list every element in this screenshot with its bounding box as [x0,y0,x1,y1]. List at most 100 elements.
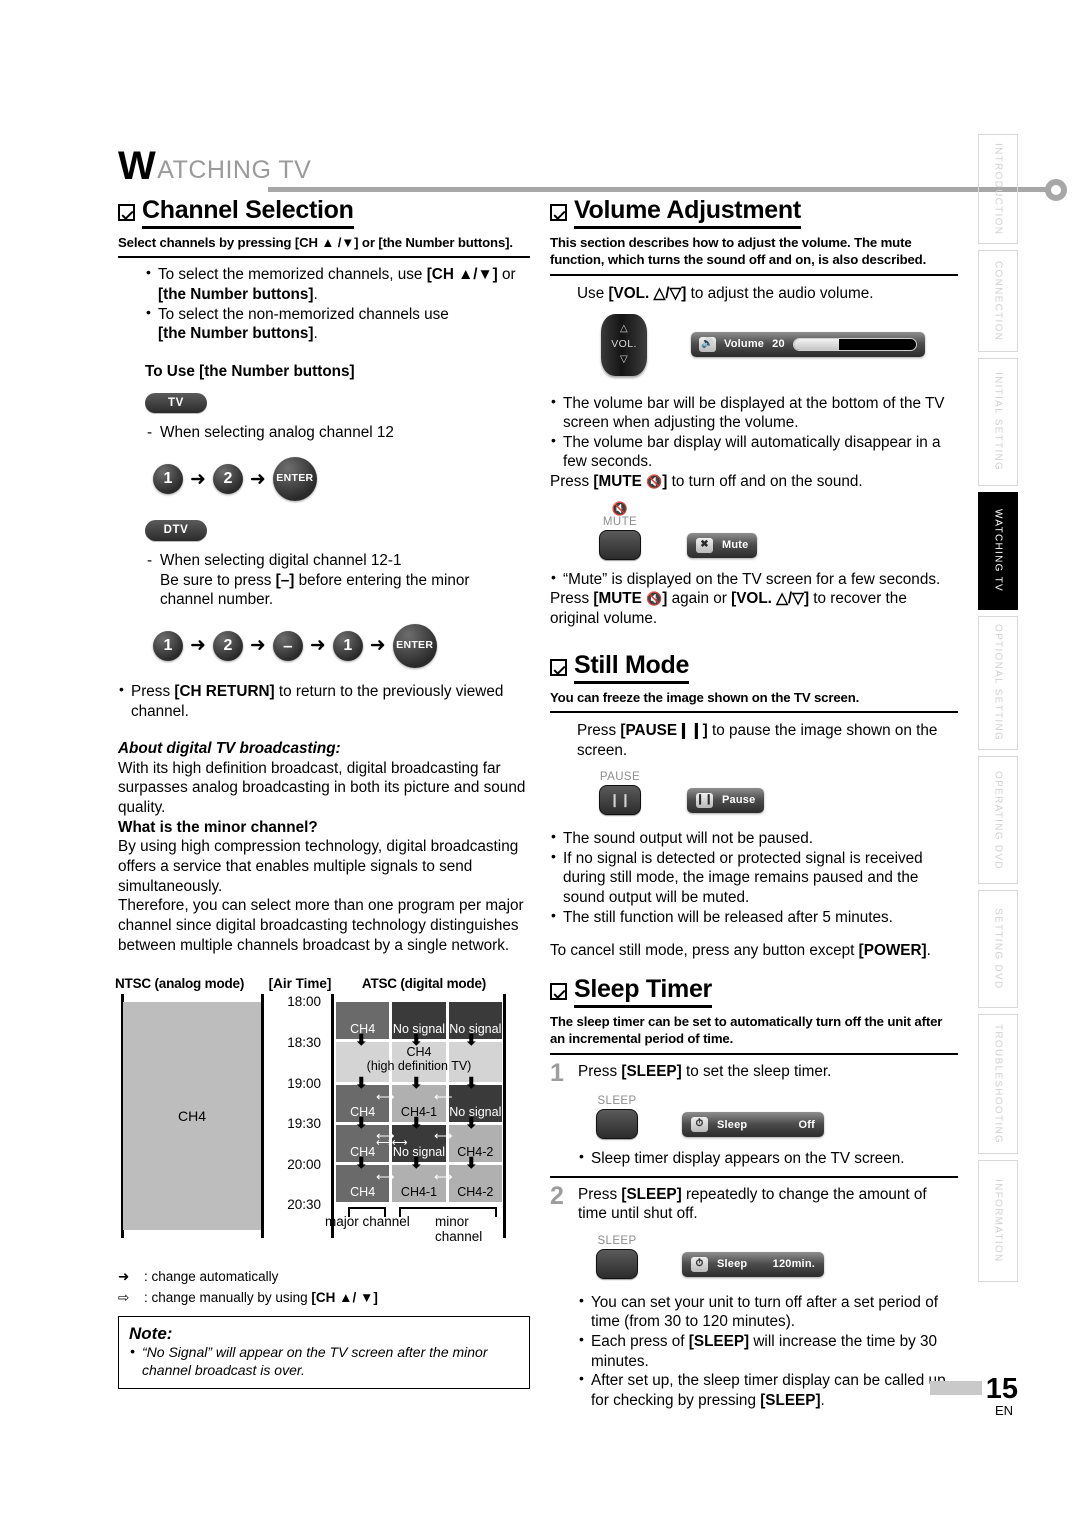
tab-connection[interactable]: CONNECTION [978,250,1018,352]
minor-channel-body2: Therefore, you can select more than one … [118,897,524,954]
number-key-1[interactable]: 1 [153,464,183,495]
manual-change-arrow-icon: ⟷⟷ [376,1137,408,1150]
legend-auto-text: : change automatically [144,1269,279,1285]
mute-key-label: MUTE [602,515,638,528]
mute-bullets: “Mute” is displayed on the TV screen for… [550,569,958,590]
pause-key-label: PAUSE [599,771,641,784]
tab-optional-setting[interactable]: OPTIONAL SETTING [978,616,1018,750]
page-title: W ATCHING TV [118,144,958,188]
tab-setting-dvd[interactable]: SETTING DVD [978,890,1018,1008]
number-key-1[interactable]: 1 [153,630,183,661]
about-body: With its high definition broadcast, digi… [118,759,526,817]
time-tick: 19:00 [287,1075,321,1091]
tab-label: CONNECTION [992,260,1004,342]
list-item: “Mute” is displayed on the TV screen for… [550,569,958,590]
number-key-2[interactable]: 2 [212,630,243,661]
tab-operating-dvd[interactable]: OPERATING DVD [978,756,1018,884]
tv-mode-pill: TV [145,392,207,414]
airtime-header: [Air Time] [268,976,332,992]
still-body: Press [PAUSE❙❙] to pause the image shown… [550,721,958,961]
manual-change-arrow-icon: ⟷ [434,1169,453,1185]
ntsc-channel-block: CH4 [123,1002,261,1231]
mute-osd-icon: ✖ [696,537,713,553]
auto-change-arrow-icon: ⬇ [465,1032,478,1050]
checkbox-icon [550,204,567,221]
auto-change-arrow-icon: ⬇ [410,1155,423,1173]
major-channel-brace [348,1207,386,1218]
step-text: Press [SLEEP] repeatedly to change the a… [578,1185,927,1223]
tab-label: INFORMATION [992,1179,1004,1263]
diagram-headers: NTSC (analog mode) [Air Time] ATSC (digi… [115,969,515,991]
channel-selection-body: To select the memorized channels, use [C… [118,264,530,955]
left-column: Channel Selection Select channels by pre… [115,196,530,1390]
pause-key[interactable]: ❙❙ [599,785,641,816]
arrow-right-icon: ➜ [190,468,206,490]
sleep-key[interactable] [596,1109,638,1140]
header-rule [268,187,1058,192]
sleep-key-group[interactable]: SLEEP [596,1094,638,1140]
tab-watching-tv[interactable]: WATCHING TV [978,492,1018,610]
sleep-timer-heading: Sleep Timer [550,975,958,1008]
arrow-right-icon: ➜ [369,635,386,657]
analog-instruction: When selecting analog channel 12 [145,423,530,443]
volume-adjustment-title: Volume Adjustment [574,196,801,229]
section-tab-rail: INTRODUCTION CONNECTION INITIAL SETTING … [978,134,1018,1288]
list-item: The volume bar will be displayed at the … [550,392,958,433]
step-number: 2 [550,1181,564,1210]
mute-key[interactable] [599,529,641,560]
mute-key-group[interactable]: 🔇 MUTE [599,502,641,560]
number-key-2[interactable]: 2 [212,464,243,495]
auto-change-arrow-icon: ⬇ [355,1032,368,1050]
page-number: 15 [985,1373,1018,1405]
analog-key-sequence: 1 ➜ 2 ➜ ENTER [145,457,530,502]
volume-bar [792,338,917,351]
minor-channel-brace [399,1207,497,1218]
sleep-key[interactable] [596,1248,638,1279]
list-item: After set up, the sleep timer display ca… [578,1370,958,1410]
pause-key-group[interactable]: PAUSE ❙❙ [599,770,641,816]
minor-channel-heading: What is the minor channel? [118,818,318,836]
page-number-block: 15 EN [929,1373,1018,1418]
list-item: The still function will be released afte… [550,907,958,928]
list-item: The volume bar display will automaticall… [550,432,958,472]
auto-change-arrow-icon: ⬇ [410,1075,423,1093]
pause-osd-icon: ❙❙ [696,793,713,809]
sleep-osd-120: ⏱ Sleep 120min. [682,1251,824,1277]
minus-key[interactable]: – [272,630,303,661]
digital-instruction: When selecting digital channel 12-1 Be s… [145,551,530,610]
sleep-body: 1 Press [SLEEP] to set the sleep timer. … [550,1061,958,1411]
mute-press-line: Press [MUTE 🔇] to turn off and on the so… [550,473,863,491]
tab-troubleshooting[interactable]: TROUBLESHOOTING [978,1014,1018,1154]
ntsc-header: NTSC (analog mode) [115,976,245,992]
right-column: Volume Adjustment This section describes… [550,196,958,1411]
sleep-osd-off: ⏱ Sleep Off [682,1112,824,1138]
atsc-right-rule [503,994,506,1239]
list-item: Press [CH RETURN] to return to the previ… [118,681,530,721]
volume-body: Use [VOL. △/▽] to adjust the audio volum… [550,284,958,629]
sleep-step-1: 1 Press [SLEEP] to set the sleep timer. [550,1061,958,1085]
tab-information[interactable]: INFORMATION [978,1160,1018,1282]
diagram-legend: ➜: change automatically ⇨: change manual… [118,1267,530,1308]
sleep-osd-label: Sleep [717,1118,748,1131]
atsc-hd-label: CH4 (high definition TV) [336,1045,502,1073]
sleep-key-label: SLEEP [597,1095,637,1108]
mute-icon: 🔇 [611,500,629,516]
vol-key[interactable]: △ VOL. ▽ [601,313,647,376]
volume-controls-row: △ VOL. ▽ 🔊 Volume 20 [577,313,958,376]
volume-osd-value: 20 [772,338,785,351]
checkbox-icon [550,658,567,676]
manual-change-arrow-icon: ⟵ [434,1089,453,1105]
enter-key[interactable]: ENTER [392,623,437,668]
vol-key-label: VOL. [611,337,637,350]
number-key-1b[interactable]: 1 [332,630,363,661]
tab-initial-setting[interactable]: INITIAL SETTING [978,358,1018,486]
atsc-header: ATSC (digital mode) [361,976,487,992]
page-title-capital: W [118,144,157,188]
sleep-key-group-2[interactable]: SLEEP [596,1234,638,1279]
enter-key[interactable]: ENTER [272,457,317,502]
note-list: “No Signal” will appear on the TV screen… [129,1343,519,1379]
tab-introduction[interactable]: INTRODUCTION [978,134,1018,244]
auto-change-arrow-icon: ⬇ [465,1115,478,1133]
manual-change-arrow-icon: ⟷ [434,1128,453,1144]
still-mode-heading: Still Mode [550,651,958,684]
